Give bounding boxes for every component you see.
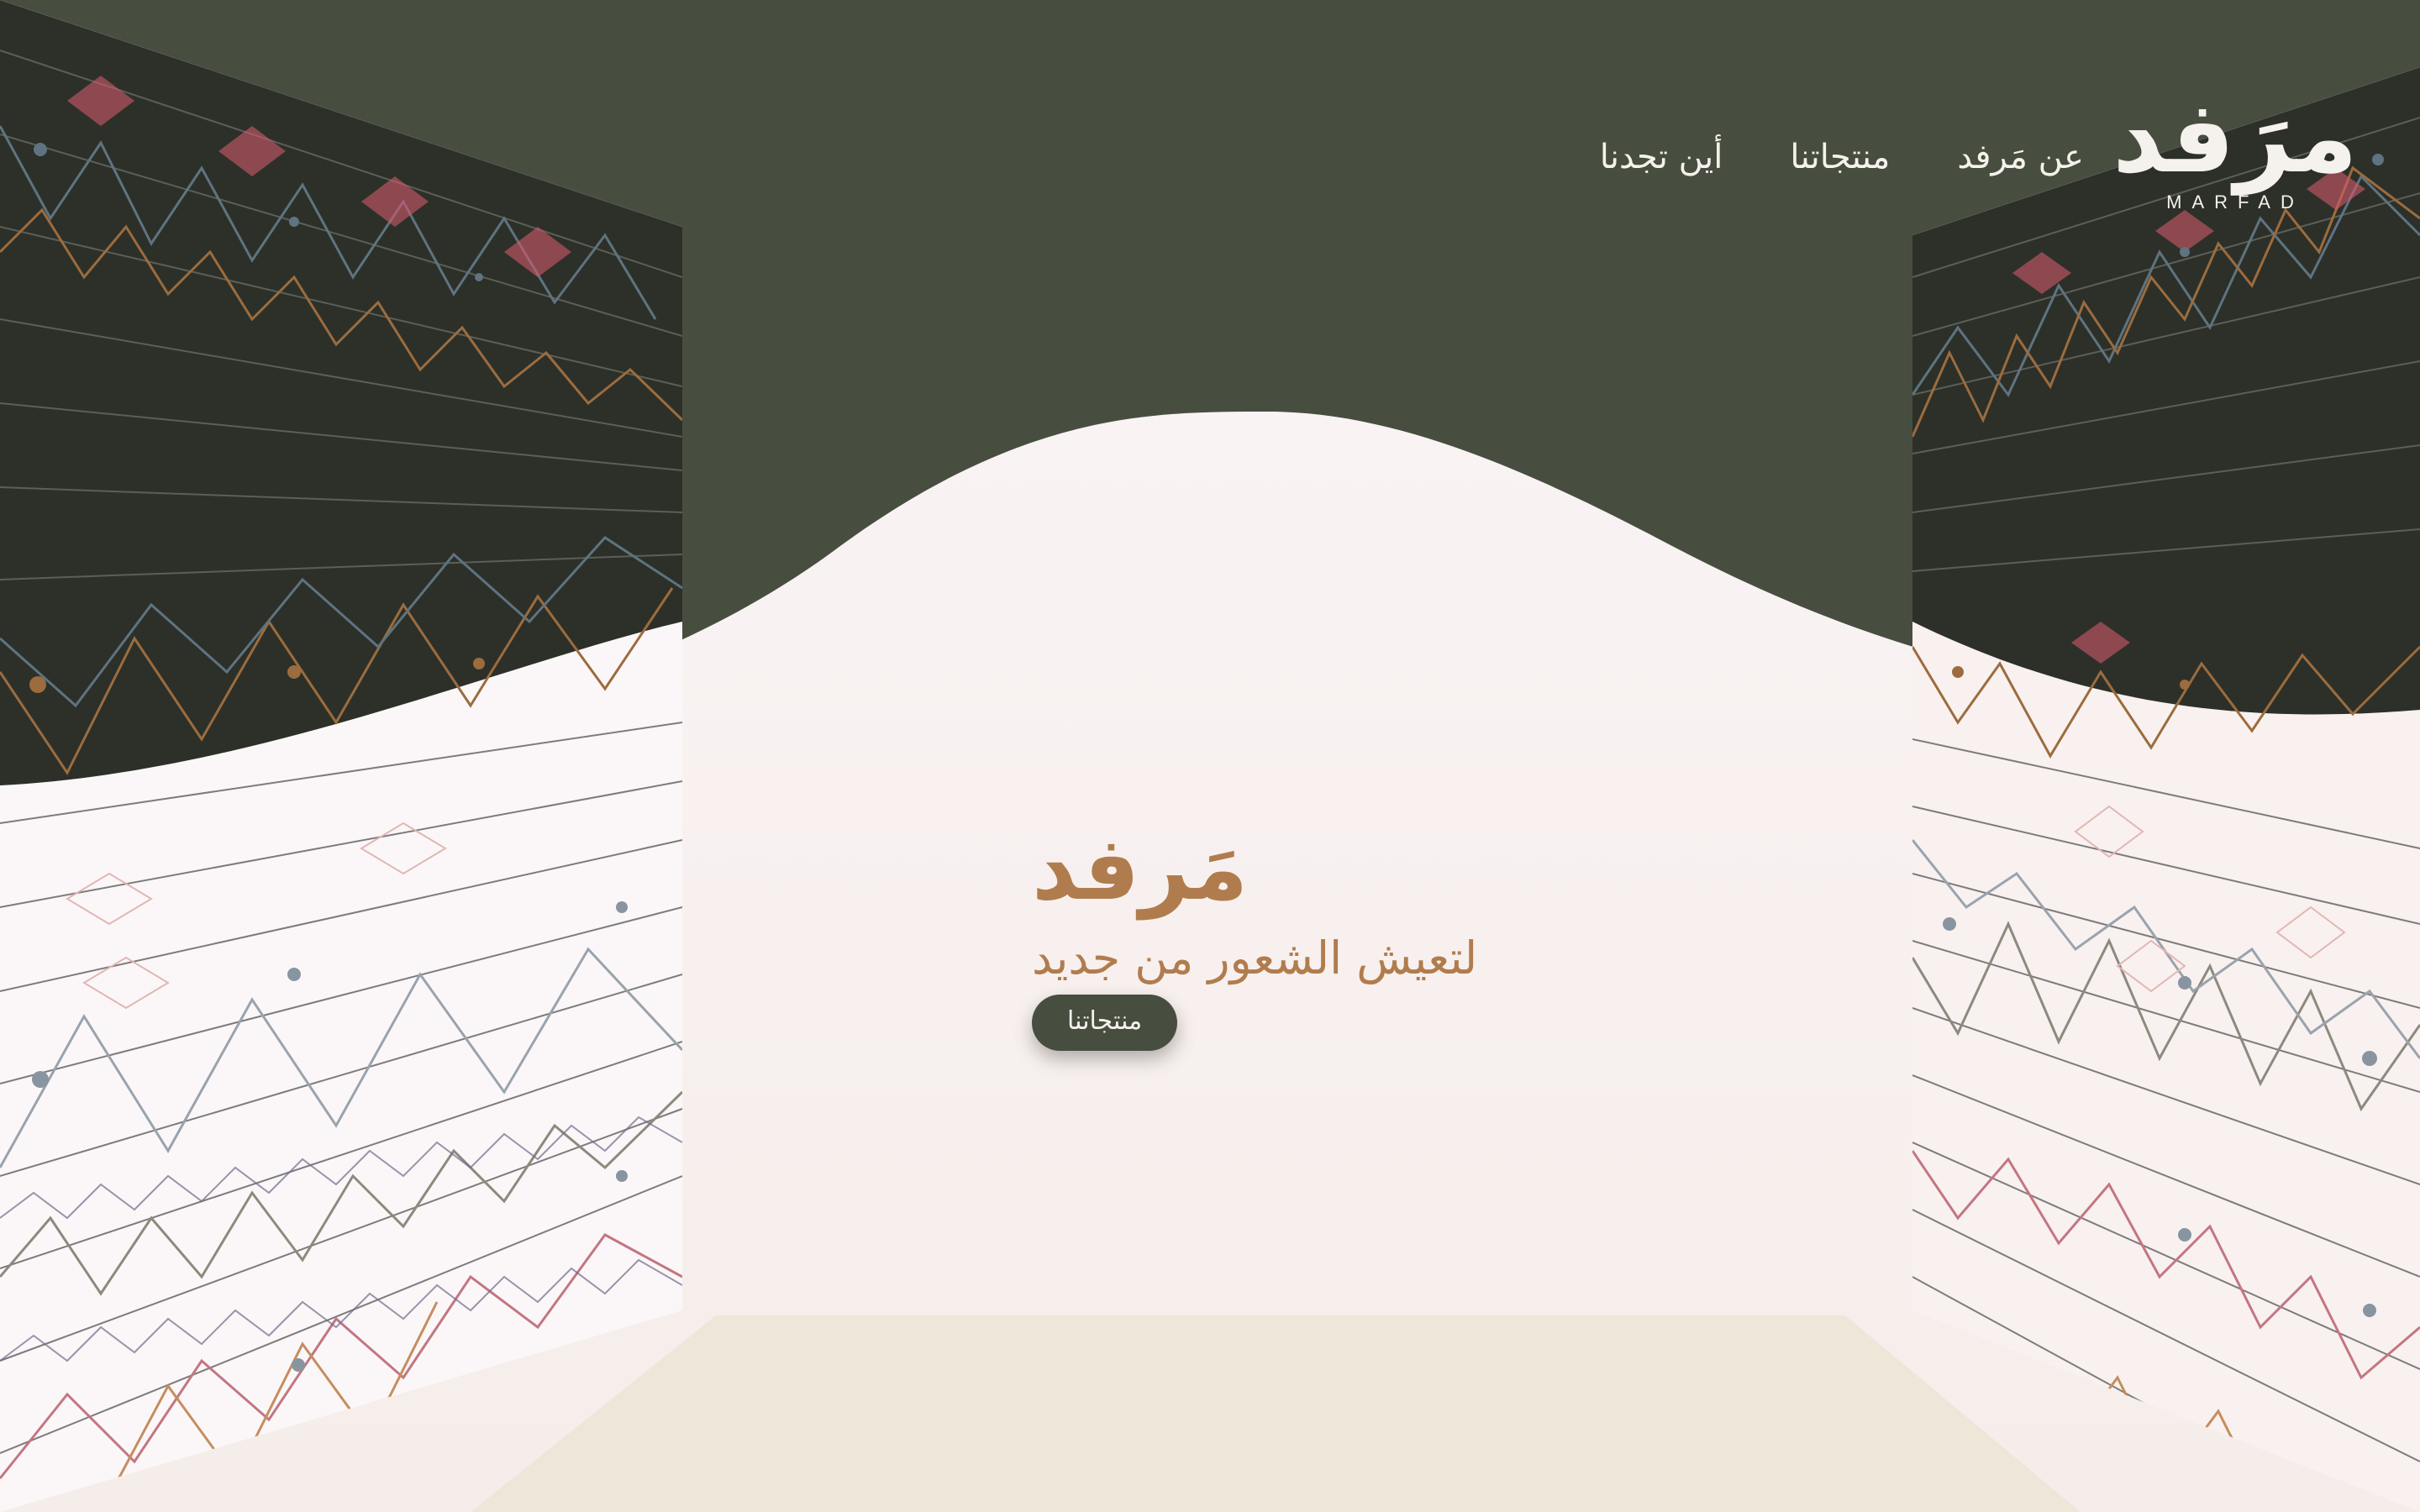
logo-arabic-wordmark: مرَفد [2112,79,2358,195]
logo-latin-wordmark: MARFAD [2166,192,2304,213]
products-cta-button[interactable]: منتجاتنا [1032,995,1178,1052]
hero-section: مَرفد لتعيش الشعور من جديد منتجاتنا [1032,817,1620,1052]
left-pattern-wall [0,0,682,1512]
floor-plane [471,1315,2081,1512]
hero-subtitle: لتعيش الشعور من جديد [1032,932,1478,985]
nav-item-locations[interactable]: أين تجدنا [1600,138,1723,176]
hero-title: مَرفد [1032,817,1249,920]
hero-background-scene [0,0,2420,1512]
brand-logo[interactable]: مرَفد MARFAD [2112,87,2358,255]
main-navigation: عن مَرفد منتجاتنا أين تجدنا [1600,138,2084,176]
nav-item-products[interactable]: منتجاتنا [1790,138,1890,176]
nav-item-about[interactable]: عن مَرفد [1957,138,2084,176]
